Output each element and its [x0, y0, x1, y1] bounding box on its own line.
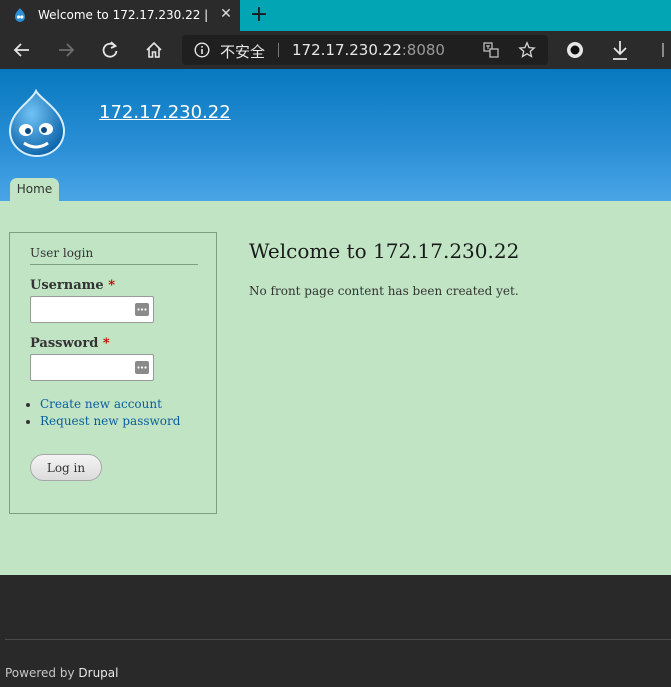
username-input[interactable]	[30, 296, 154, 323]
browser-tab-strip: Welcome to 172.17.230.22 | 172.17.230.22…	[0, 0, 671, 31]
arrow-left-icon	[13, 43, 29, 57]
home-button[interactable]	[142, 38, 166, 62]
url-port: :8080	[401, 41, 445, 59]
page-title: Welcome to 172.17.230.22	[249, 239, 520, 263]
close-icon[interactable]: ✕	[218, 6, 234, 22]
main-content: User login Username * Password * Create …	[0, 201, 671, 575]
url-text[interactable]: 172.17.230.22:8080	[292, 41, 445, 59]
site-footer: Powered by Drupal	[0, 575, 671, 687]
browser-tab-active[interactable]: Welcome to 172.17.230.22 | 172.17.230.22…	[0, 0, 240, 31]
download-icon[interactable]	[610, 39, 630, 61]
address-bar[interactable]: 不安全 172.17.230.22:8080	[182, 35, 548, 65]
reload-button[interactable]	[98, 38, 122, 62]
divider	[5, 639, 671, 640]
back-button[interactable]	[10, 38, 34, 62]
info-icon[interactable]	[194, 42, 210, 58]
browser-toolbar: 不安全 172.17.230.22:8080	[0, 31, 671, 69]
new-tab-button[interactable]: +	[248, 3, 270, 27]
tab-title: Welcome to 172.17.230.22 | 172.17.230.22	[38, 8, 210, 22]
password-manager-icon[interactable]	[135, 361, 149, 374]
security-status[interactable]: 不安全	[220, 41, 265, 62]
request-password-link[interactable]: Request new password	[40, 413, 180, 430]
create-account-link[interactable]: Create new account	[40, 396, 180, 413]
log-in-button[interactable]: Log in	[30, 454, 102, 481]
translate-button[interactable]	[482, 41, 500, 59]
powered-by: Powered by Drupal	[5, 666, 118, 680]
login-links: Create new account Request new password	[40, 396, 180, 430]
site-header: 172.17.230.22 Home	[0, 69, 671, 201]
user-login-block: User login Username * Password * Create …	[9, 232, 217, 514]
tab-home[interactable]: Home	[10, 178, 59, 201]
menu-icon[interactable]	[662, 43, 668, 57]
reload-icon	[102, 41, 118, 58]
forward-button[interactable]	[54, 38, 78, 62]
page-message: No front page content has been created y…	[249, 284, 519, 298]
drupal-link[interactable]: Drupal	[78, 666, 118, 680]
password-input[interactable]	[30, 354, 154, 381]
translate-icon	[483, 42, 499, 58]
required-marker: *	[102, 336, 110, 351]
bookmark-button[interactable]	[518, 41, 536, 59]
url-host: 172.17.230.22	[292, 41, 402, 59]
extension-icon[interactable]	[566, 41, 584, 59]
star-icon	[518, 41, 536, 58]
password-manager-icon[interactable]	[135, 303, 149, 316]
block-title: User login	[30, 246, 198, 265]
username-label-text: Username	[30, 278, 104, 293]
required-marker: *	[108, 278, 116, 293]
password-label-text: Password	[30, 336, 99, 351]
drupal-drop-icon	[15, 8, 25, 22]
drupal-logo-icon[interactable]	[6, 89, 68, 157]
divider	[278, 43, 279, 57]
username-label: Username *	[30, 278, 115, 293]
home-icon	[146, 41, 162, 58]
site-name-link[interactable]: 172.17.230.22	[99, 102, 231, 123]
password-label: Password *	[30, 336, 110, 351]
powered-by-text: Powered by	[5, 666, 75, 680]
arrow-right-icon	[59, 43, 75, 57]
